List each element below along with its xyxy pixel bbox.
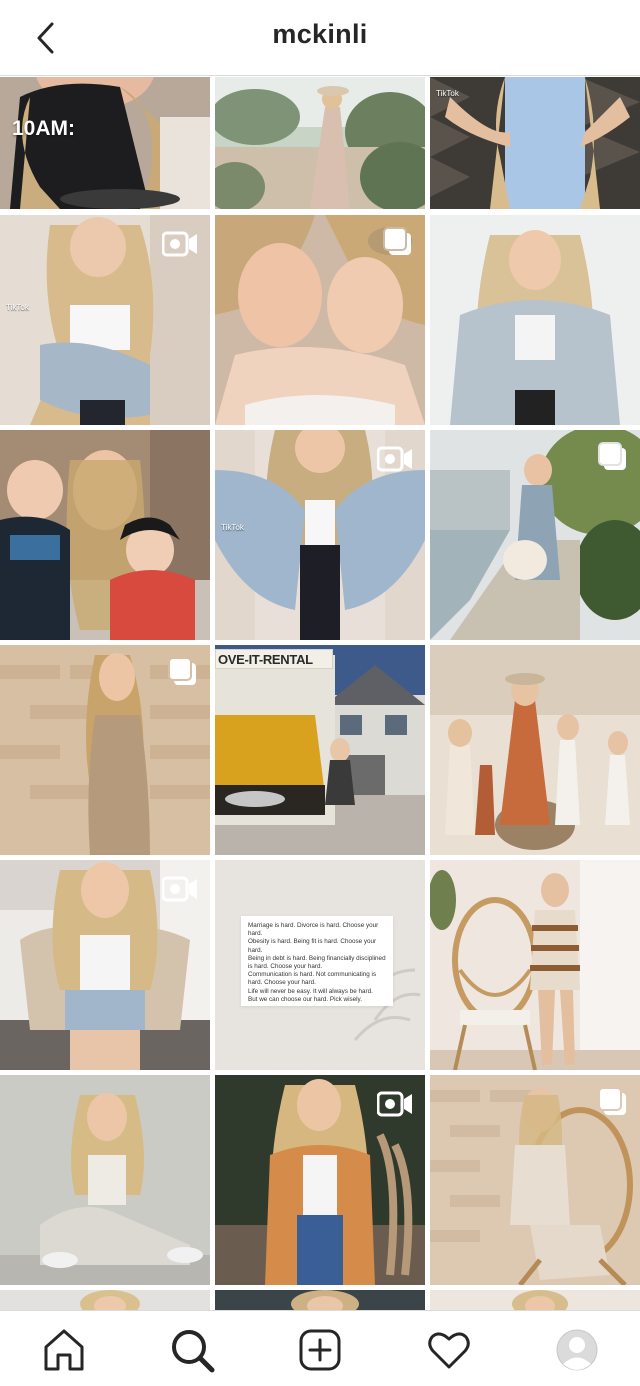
search-icon (172, 1330, 215, 1373)
nav-home[interactable] (41, 1327, 87, 1373)
quote-card: Marriage is hard. Divorce is hard. Choos… (241, 916, 393, 1006)
post-tile-21[interactable] (430, 1290, 640, 1310)
quote-line: Marriage is hard. Divorce is hard. Choos… (248, 922, 379, 938)
quote-line: Being in debt is hard. Being financially… (248, 954, 386, 971)
post-photo (430, 860, 640, 1070)
page-title: mckinli (272, 19, 368, 49)
post-overlay-text: 10AM: (12, 117, 76, 140)
post-photo (430, 77, 640, 209)
post-tile-10[interactable] (0, 645, 210, 855)
multiple-posts-icon (598, 442, 628, 472)
post-tile-2[interactable] (215, 77, 425, 209)
quote-line: Communication is hard. Not communicating… (248, 971, 377, 987)
post-photo (0, 77, 210, 209)
post-tile-7[interactable] (0, 430, 210, 640)
post-photo (215, 645, 425, 855)
new-post-icon (299, 1329, 341, 1371)
posts-grid: 10AM: TikTok TikTok TikTok OVE-IT-RENTAL… (0, 77, 640, 1310)
quote-line: Obesity is hard. Being fit is hard. Choo… (248, 938, 377, 954)
post-photo (430, 1290, 640, 1310)
post-photo (430, 215, 640, 425)
post-photo (0, 1075, 210, 1285)
post-tile-6[interactable] (430, 215, 640, 425)
nav-new-post[interactable] (297, 1327, 343, 1373)
post-tile-18[interactable] (430, 1075, 640, 1285)
nav-search[interactable] (169, 1327, 215, 1373)
post-tile-12[interactable] (430, 645, 640, 855)
post-photo (0, 1290, 210, 1310)
post-tile-8[interactable]: TikTok (215, 430, 425, 640)
profile-avatar (556, 1329, 598, 1371)
post-tile-16[interactable] (0, 1075, 210, 1285)
tiktok-watermark: TikTok (436, 89, 459, 98)
post-tile-19[interactable] (0, 1290, 210, 1310)
activity-heart-icon (428, 1332, 470, 1369)
post-tile-14[interactable]: Marriage is hard. Divorce is hard. Choos… (215, 860, 425, 1070)
quote-line: Life will never be easy. It will always … (248, 987, 373, 995)
post-photo (0, 430, 210, 640)
home-icon (44, 1329, 84, 1371)
post-tile-17[interactable] (215, 1075, 425, 1285)
bottom-nav (0, 1310, 640, 1386)
nav-profile[interactable] (554, 1327, 600, 1373)
nav-activity[interactable] (426, 1327, 472, 1373)
top-bar: mckinli (0, 0, 640, 76)
multiple-posts-icon (383, 227, 413, 257)
post-photo (430, 645, 640, 855)
post-tile-5[interactable] (215, 215, 425, 425)
post-photo (215, 1290, 425, 1310)
multiple-posts-icon (598, 1087, 628, 1117)
post-tile-3[interactable]: TikTok (430, 77, 640, 209)
post-tile-13[interactable] (0, 860, 210, 1070)
truck-sign-text: OVE-IT-RENTAL (215, 649, 333, 669)
post-tile-11[interactable]: OVE-IT-RENTAL (215, 645, 425, 855)
post-tile-20[interactable] (215, 1290, 425, 1310)
post-photo (215, 77, 425, 209)
multiple-posts-icon (168, 657, 198, 687)
post-tile-9[interactable] (430, 430, 640, 640)
post-tile-15[interactable] (430, 860, 640, 1070)
quote-line: But we can choose our hard. Pick wisely. (248, 995, 362, 1003)
video-icon (376, 1089, 413, 1119)
video-icon (161, 229, 198, 259)
video-icon (161, 874, 198, 904)
tiktok-watermark: TikTok (221, 523, 244, 532)
post-tile-4[interactable]: TikTok (0, 215, 210, 425)
video-icon (376, 444, 413, 474)
tiktok-watermark: TikTok (6, 303, 29, 312)
